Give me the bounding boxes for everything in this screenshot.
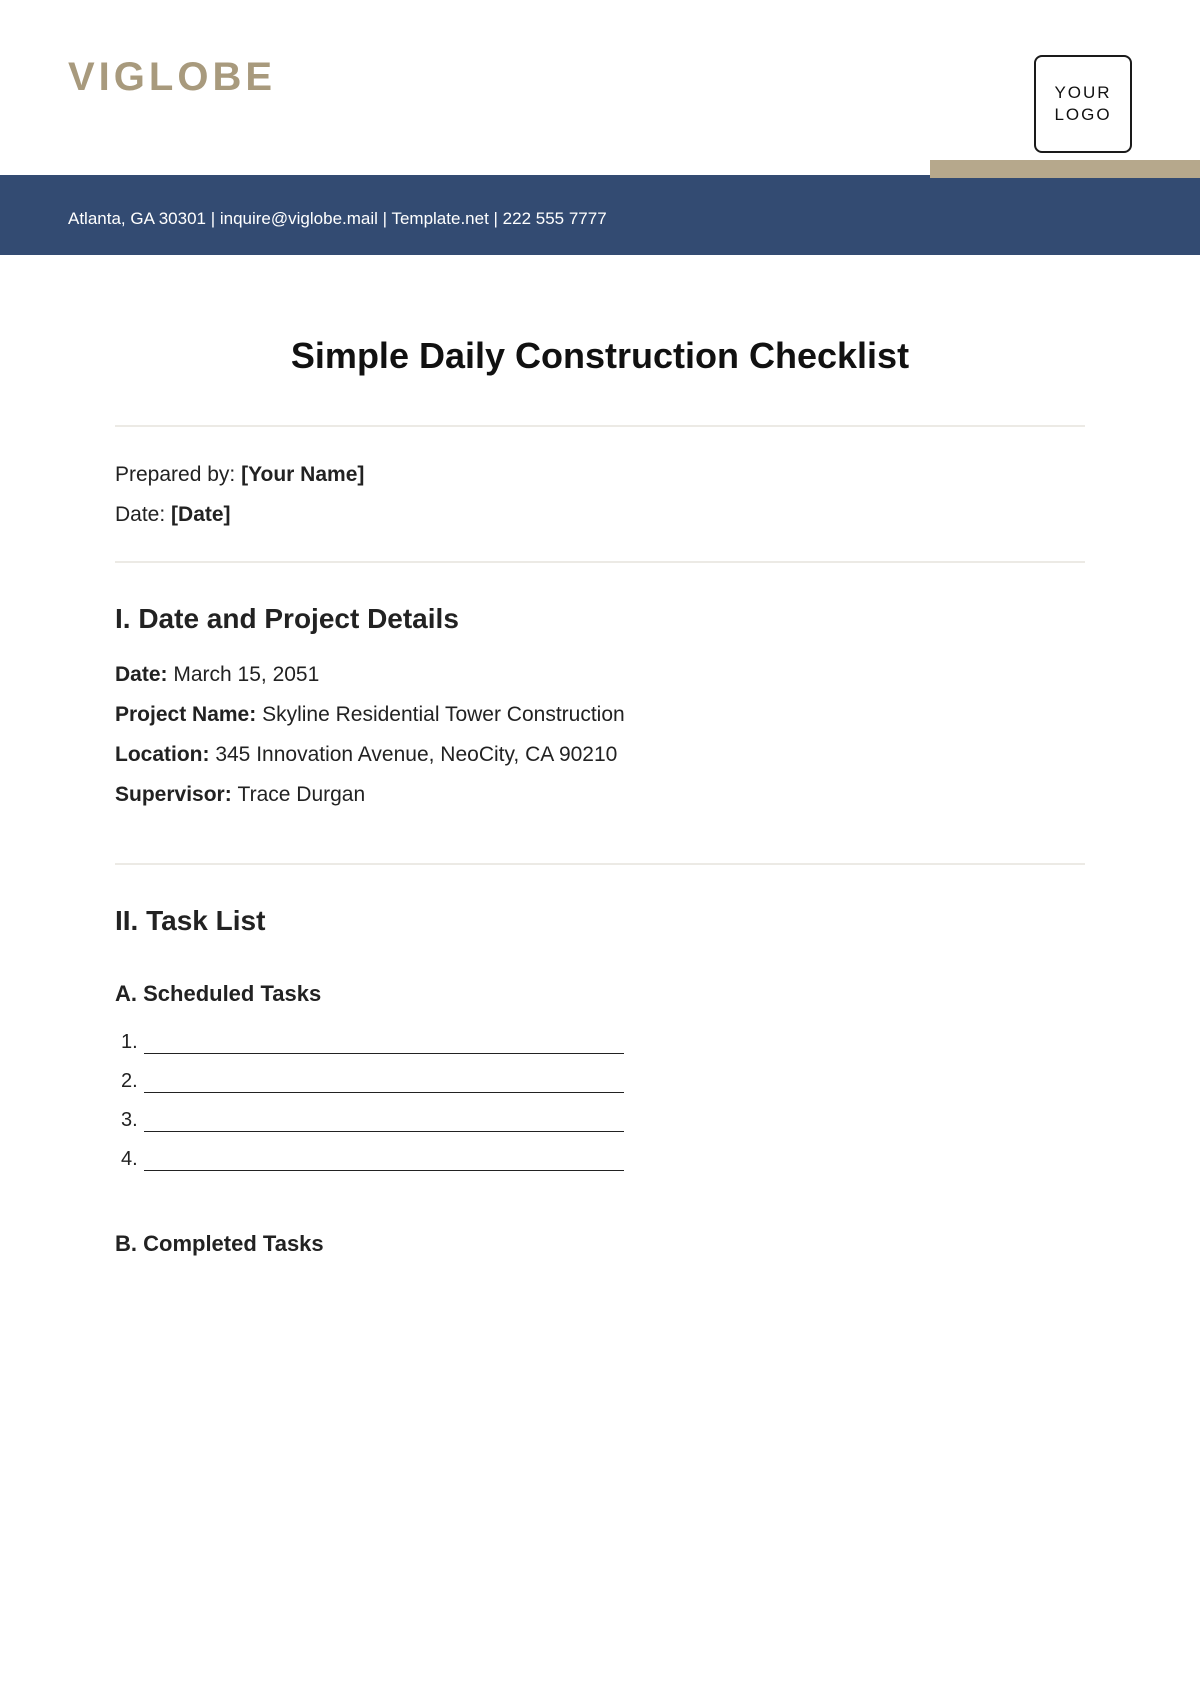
date-meta-row: Date: [Date] [115,503,1085,527]
divider [115,561,1085,563]
blank-line[interactable] [144,1079,624,1093]
list-item: 1. [121,1031,1085,1054]
contact-line: Atlanta, GA 30301 | inquire@viglobe.mail… [68,209,607,228]
blank-line[interactable] [144,1157,624,1171]
detail-supervisor: Supervisor: Trace Durgan [115,783,1085,807]
task-num: 3. [121,1109,138,1132]
brand-name: VIGLOBE [68,55,276,100]
detail-value: Trace Durgan [238,783,366,806]
task-num: 4. [121,1148,138,1171]
section-1-heading: I. Date and Project Details [115,603,1085,635]
accent-strip [930,160,1200,178]
date-meta-label: Date: [115,503,171,526]
blank-line[interactable] [144,1118,624,1132]
date-meta-value: [Date] [171,503,231,526]
list-item: 4. [121,1148,1085,1171]
detail-value: March 15, 2051 [173,663,319,686]
detail-label: Project Name: [115,703,262,726]
contact-bar: Atlanta, GA 30301 | inquire@viglobe.mail… [0,175,1200,255]
logo-text: YOUR LOGO [1054,82,1111,126]
list-item: 2. [121,1070,1085,1093]
page-title: Simple Daily Construction Checklist [115,335,1085,377]
prepared-by-label: Prepared by: [115,463,241,486]
logo-placeholder: YOUR LOGO [1034,55,1132,153]
scheduled-tasks-heading: A. Scheduled Tasks [115,981,1085,1007]
scheduled-task-list: 1. 2. 3. 4. [115,1031,1085,1171]
completed-tasks-heading: B. Completed Tasks [115,1231,1085,1257]
divider [115,863,1085,865]
detail-location: Location: 345 Innovation Avenue, NeoCity… [115,743,1085,767]
detail-value: 345 Innovation Avenue, NeoCity, CA 90210 [215,743,617,766]
meta-block: Prepared by: [Your Name] Date: [Date] [115,427,1085,561]
detail-label: Date: [115,663,173,686]
project-details: Date: March 15, 2051 Project Name: Skyli… [115,663,1085,807]
prepared-by-row: Prepared by: [Your Name] [115,463,1085,487]
task-num: 2. [121,1070,138,1093]
detail-label: Supervisor: [115,783,238,806]
section-2-heading: II. Task List [115,905,1085,937]
detail-project-name: Project Name: Skyline Residential Tower … [115,703,1085,727]
list-item: 3. [121,1109,1085,1132]
blank-line[interactable] [144,1040,624,1054]
prepared-by-value: [Your Name] [241,463,364,486]
task-num: 1. [121,1031,138,1054]
detail-date: Date: March 15, 2051 [115,663,1085,687]
detail-label: Location: [115,743,215,766]
detail-value: Skyline Residential Tower Construction [262,703,625,726]
